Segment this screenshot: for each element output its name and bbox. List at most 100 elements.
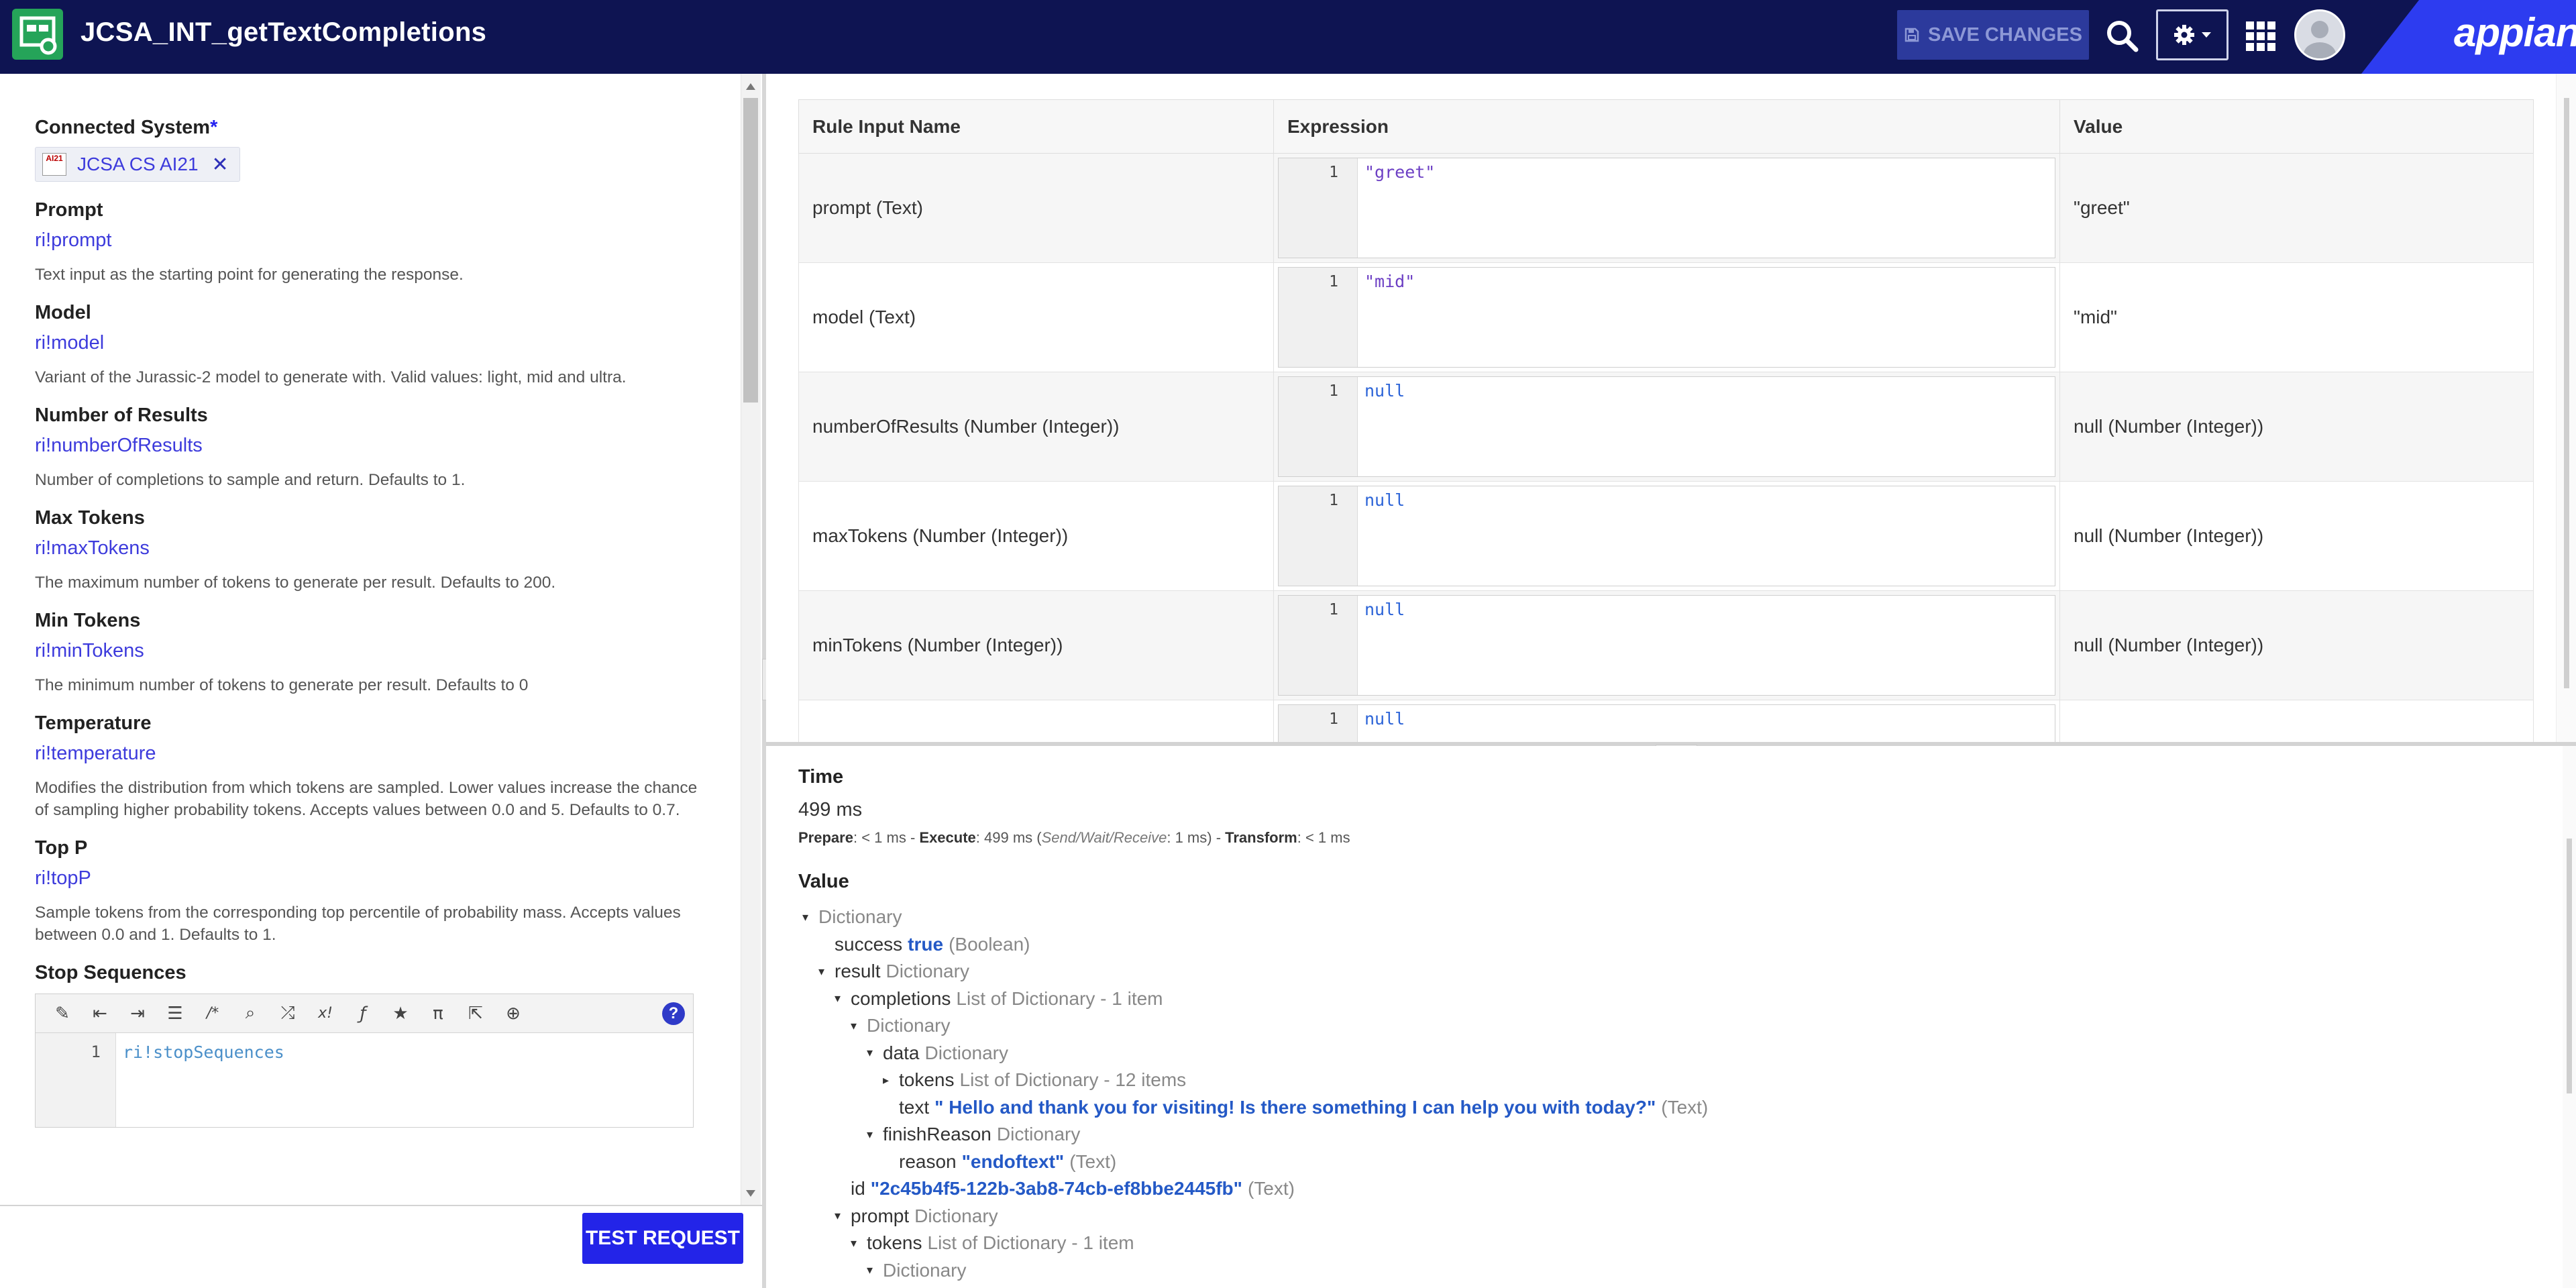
collapse-caret-icon[interactable]: ▸	[883, 1073, 899, 1087]
connected-system-value[interactable]: JCSA CS AI21	[77, 154, 199, 175]
field-expression-link[interactable]: ri!maxTokens	[35, 537, 741, 559]
list-icon[interactable]: ☰	[156, 999, 194, 1028]
expand-caret-icon[interactable]: ▾	[867, 1263, 883, 1277]
top-bar: JCSA_INT_getTextCompletions SAVE CHANGES	[0, 0, 2576, 74]
tree-node: text " Hello and thank you for visiting! …	[798, 1094, 2576, 1122]
expand-caret-icon[interactable]: ▾	[867, 1046, 883, 1060]
field-expression-link[interactable]: ri!prompt	[35, 229, 741, 252]
left-footer: TEST REQUEST	[0, 1205, 762, 1288]
export-icon[interactable]: ⇱	[457, 999, 494, 1028]
expression-code[interactable]: null	[1358, 596, 1411, 695]
field-expression-link[interactable]: ri!topP	[35, 867, 741, 890]
tree-key: prompt	[851, 1205, 910, 1226]
integration-config-panel: Connected System* AI21 JCSA CS AI21 ✕ Pr…	[0, 74, 762, 1288]
variable-icon[interactable]: x!	[307, 999, 344, 1028]
expression-editor[interactable]: 1 "mid"	[1278, 267, 2055, 368]
tree-node[interactable]: ▾ Dictionary	[798, 904, 2576, 931]
field-min-tokens: Min Tokens ri!minTokens The minimum numb…	[35, 610, 741, 696]
tree-key: tokens	[899, 1069, 955, 1091]
search-icon[interactable]: ⌕	[231, 999, 269, 1028]
expand-caret-icon[interactable]: ▾	[851, 1236, 867, 1250]
tree-node[interactable]: ▾ prompt Dictionary	[798, 1203, 2576, 1230]
expand-caret-icon[interactable]: ▾	[835, 1209, 851, 1223]
tree-type: Dictionary	[914, 1205, 998, 1226]
outdent-icon[interactable]: ⇤	[81, 999, 119, 1028]
expression-code[interactable]: null	[1358, 705, 1411, 742]
pi-icon[interactable]: π	[419, 999, 457, 1028]
tree-node[interactable]: ▾ Dictionary	[798, 1257, 2576, 1285]
config-scroll-area: Connected System* AI21 JCSA CS AI21 ✕ Pr…	[0, 74, 741, 1205]
tree-key: success	[835, 933, 903, 955]
field-temperature: Temperature ri!temperature Modifies the …	[35, 712, 741, 821]
tree-node: id "2c45b4f5-122b-3ab8-74cb-ef8bbe2445fb"…	[798, 1175, 2576, 1203]
field-expression-link[interactable]: ri!temperature	[35, 743, 741, 765]
function-icon[interactable]: ƒ	[344, 999, 382, 1028]
apps-grid-icon[interactable]	[2245, 20, 2277, 52]
tree-key: tokens	[867, 1232, 922, 1254]
expand-caret-icon[interactable]: ▾	[851, 1019, 867, 1033]
globe-icon[interactable]: ⊕	[494, 999, 532, 1028]
tree-node[interactable]: ▾ completions List of Dictionary - 1 item	[798, 985, 2576, 1013]
close-icon[interactable]: ✕	[212, 153, 229, 176]
expand-caret-icon[interactable]: ▾	[818, 965, 835, 979]
indent-icon[interactable]: ⇥	[119, 999, 156, 1028]
tree-key: result	[835, 961, 881, 982]
table-row: minTokens (Number (Integer)) 1 null null …	[798, 590, 2534, 700]
result-scrollbar-thumb[interactable]	[2567, 839, 2572, 1093]
expand-caret-icon[interactable]: ▾	[802, 910, 818, 924]
save-changes-label: SAVE CHANGES	[1928, 23, 2082, 46]
magic-wand-icon[interactable]: ✎	[44, 999, 81, 1028]
comment-icon[interactable]: /*	[194, 999, 231, 1028]
scroll-down-arrow[interactable]	[746, 1190, 755, 1197]
search-icon[interactable]	[2104, 17, 2141, 55]
settings-menu-button[interactable]	[2156, 9, 2229, 60]
tree-node[interactable]: ▾ result Dictionary	[798, 958, 2576, 985]
tree-node[interactable]: ▾ Dictionary	[798, 1012, 2576, 1040]
tree-node[interactable]: ▾ tokens List of Dictionary - 1 item	[798, 1230, 2576, 1257]
expression-code[interactable]: null	[1358, 377, 1411, 476]
line-number: 1	[1279, 486, 1358, 586]
column-header-expression: Expression	[1273, 99, 2060, 154]
expand-caret-icon[interactable]: ▾	[835, 991, 851, 1006]
expression-code[interactable]: "mid"	[1358, 268, 1421, 367]
field-expression-link[interactable]: ri!numberOfResults	[35, 435, 741, 457]
tree-type: List of Dictionary - 12 items	[959, 1069, 1187, 1091]
shuffle-icon[interactable]: ⤮	[269, 999, 307, 1028]
connected-system-chip[interactable]: AI21 JCSA CS AI21 ✕	[35, 147, 240, 182]
rule-inputs-table: Rule Input Name Expression Value prompt …	[798, 99, 2534, 742]
field-expression-link[interactable]: ri!minTokens	[35, 640, 741, 662]
editor-body[interactable]: 1 ri!stopSequences	[36, 1033, 693, 1127]
tree-type: (Text)	[1069, 1150, 1117, 1172]
code-line[interactable]: ri!stopSequences	[116, 1033, 291, 1127]
tree-type: Dictionary	[996, 1124, 1081, 1145]
help-icon[interactable]: ?	[662, 1002, 685, 1025]
field-expression-link[interactable]: ri!model	[35, 332, 741, 354]
tree-node: reason "endoftext" (Text)	[798, 1148, 2576, 1176]
tree-key: id	[851, 1178, 865, 1199]
test-request-button[interactable]: TEST REQUEST	[582, 1213, 743, 1264]
expression-editor[interactable]: 1 null	[1278, 595, 2055, 696]
field-label: Prompt	[35, 199, 103, 221]
expression-editor[interactable]: 1 null	[1278, 486, 2055, 586]
tree-node[interactable]: ▸ tokens List of Dictionary - 12 items	[798, 1067, 2576, 1094]
rule-inputs-scrollbar-thumb[interactable]	[2564, 98, 2569, 688]
expand-caret-icon[interactable]: ▾	[867, 1128, 883, 1142]
rule-input-name: maxTokens (Number (Integer))	[798, 481, 1274, 591]
tree-node: success true (Boolean)	[798, 931, 2576, 959]
left-scrollbar-thumb[interactable]	[743, 98, 758, 402]
expression-code[interactable]: "greet"	[1358, 158, 1442, 258]
expression-editor[interactable]: ✎ ⇤ ⇥ ☰ /* ⌕ ⤮ x! ƒ ★ π ⇱ ⊕ ? 1 ri!stopS…	[35, 994, 694, 1128]
field-help-text: The maximum number of tokens to generate…	[35, 574, 556, 592]
user-avatar-icon[interactable]	[2294, 9, 2345, 60]
line-number: 1	[1279, 596, 1358, 695]
star-icon[interactable]: ★	[382, 999, 419, 1028]
expression-editor[interactable]: 1 "greet"	[1278, 158, 2055, 258]
expression-editor[interactable]: 1 null	[1278, 704, 2055, 742]
scroll-up-arrow[interactable]	[746, 83, 755, 90]
expression-code[interactable]: null	[1358, 486, 1411, 586]
tree-node[interactable]: ▾ finishReason Dictionary	[798, 1121, 2576, 1148]
field-help-text: Sample tokens from the corresponding top…	[35, 904, 681, 944]
expression-editor[interactable]: 1 null	[1278, 376, 2055, 477]
save-changes-button[interactable]: SAVE CHANGES	[1897, 10, 2089, 60]
tree-node[interactable]: ▾ data Dictionary	[798, 1040, 2576, 1067]
